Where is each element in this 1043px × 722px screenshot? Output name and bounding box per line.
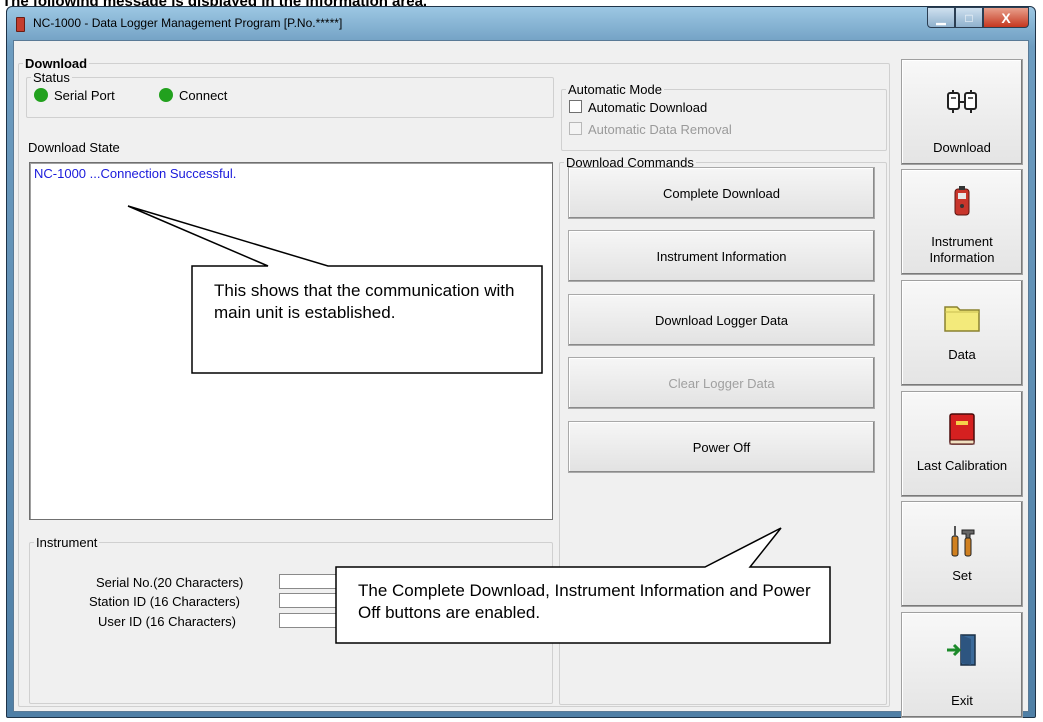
callout-buttons-text: The Complete Download, Instrument Inform…	[358, 581, 811, 622]
callout-connection-text: This shows that the communication with m…	[214, 281, 515, 322]
